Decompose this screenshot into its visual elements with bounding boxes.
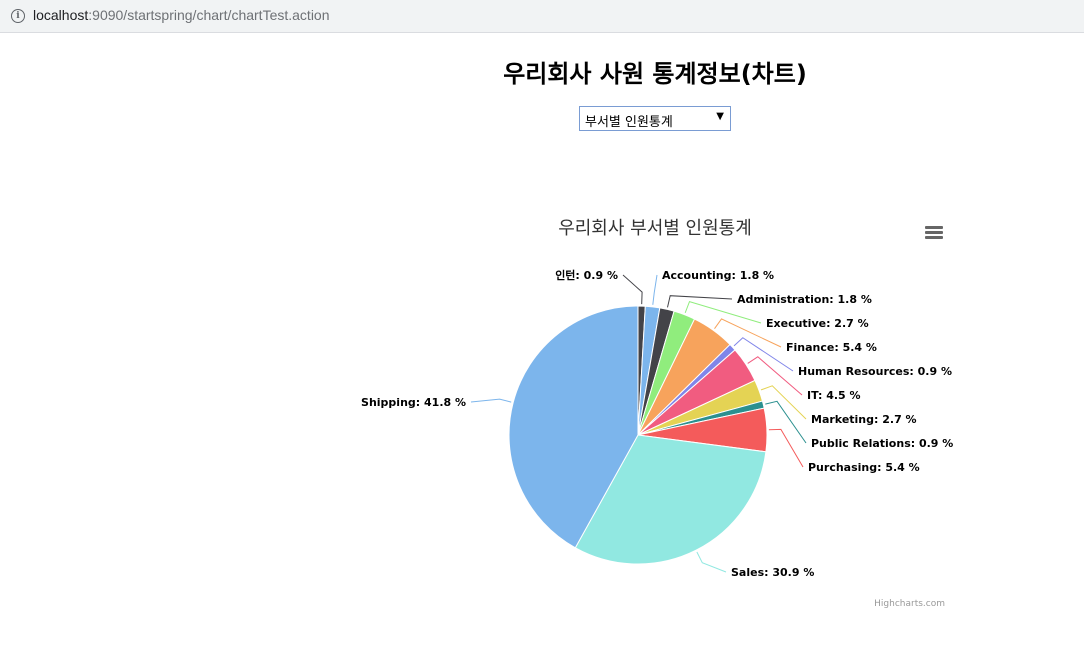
data-label: Human Resources: 0.9 % [798,365,952,378]
menu-line [925,226,943,229]
data-label: Executive: 2.7 % [766,317,869,330]
data-label: Marketing: 2.7 % [811,413,917,426]
data-label: Purchasing: 5.4 % [808,461,920,474]
data-label: Sales: 30.9 % [731,566,814,579]
chart-credits[interactable]: Highcharts.com [874,599,945,609]
data-label: 인턴: 0.9 % [555,268,618,282]
data-label: IT: 4.5 % [807,389,861,402]
label-connector [667,295,733,308]
chart-menu-icon[interactable] [924,224,944,242]
label-connector [470,398,512,403]
data-label: Administration: 1.8 % [737,293,872,306]
label-connector [652,274,658,305]
chart-container: 우리회사 부서별 인원통계 인턴: 0.9 % Accounting: 1.8 %… [0,0,1084,660]
data-label: Public Relations: 0.9 % [811,437,953,450]
menu-line [925,236,943,239]
data-label: Accounting: 1.8 % [662,269,774,282]
chart-title: 우리회사 부서별 인원통계 [558,218,752,239]
label-connector [768,428,804,468]
data-label: Finance: 5.4 % [786,341,877,354]
menu-line [925,231,943,234]
label-connector [696,551,727,573]
label-connector [760,385,807,420]
pie-chart: 우리회사 부서별 인원통계 인턴: 0.9 % Accounting: 1.8 %… [361,218,953,609]
label-connector [622,274,643,305]
data-label: Shipping: 41.8 % [361,396,466,409]
pie-slices [508,305,768,565]
